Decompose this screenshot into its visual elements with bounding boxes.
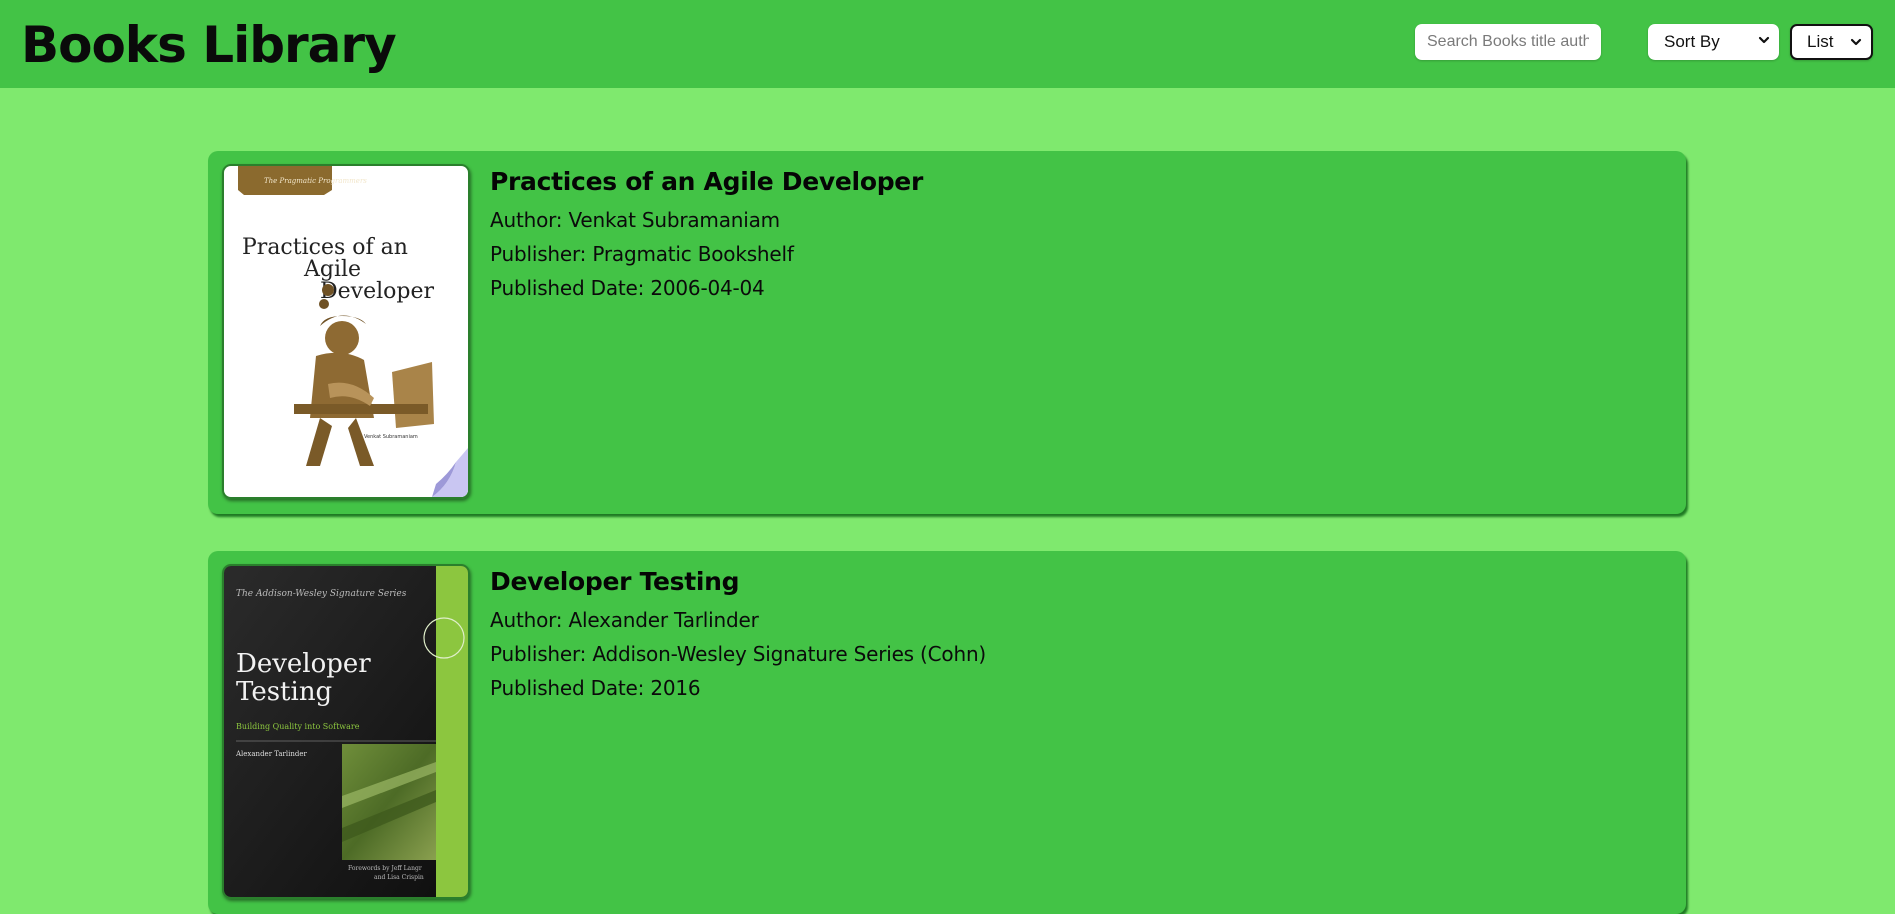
book-details: Practices of an Agile Developer Author: … xyxy=(490,165,923,305)
book-details: Developer Testing Author: Alexander Tarl… xyxy=(490,565,986,705)
cover-foreword: and Lisa Crispin xyxy=(374,874,424,881)
app-header: Books Library Sort By List xyxy=(0,0,1895,88)
cover-foreword: Forewords by Jeff Langr xyxy=(348,865,422,872)
book-card[interactable]: The Addison-Wesley Signature Series Deve… xyxy=(208,551,1686,914)
cover-title-line: Developer xyxy=(320,279,434,304)
book-title[interactable]: Developer Testing xyxy=(490,565,986,599)
cover-title-line: Developer xyxy=(236,649,371,679)
sort-by-label: Sort By xyxy=(1664,32,1720,51)
book-title[interactable]: Practices of an Agile Developer xyxy=(490,165,923,199)
book-author: Author: Alexander Tarlinder xyxy=(490,608,759,632)
view-mode-select[interactable]: List xyxy=(1790,24,1873,60)
book-cover-image: The Pragmatic Programmers Practices of a… xyxy=(222,164,470,499)
view-mode-label: List xyxy=(1807,32,1834,51)
book-publisher: Publisher: Pragmatic Bookshelf xyxy=(490,242,794,266)
cover-series: The Pragmatic Programmers xyxy=(264,177,367,185)
cover-subtitle: Building Quality into Software xyxy=(236,722,360,731)
cover-byline: Venkat Subramaniam xyxy=(364,434,418,440)
cover-series: The Addison-Wesley Signature Series xyxy=(236,589,407,599)
sort-by-select[interactable]: Sort By xyxy=(1648,24,1779,60)
chevron-down-icon xyxy=(1758,36,1770,44)
book-cover-image: The Addison-Wesley Signature Series Deve… xyxy=(222,564,470,899)
book-published-date: Published Date: 2016 xyxy=(490,676,701,700)
cover-title-line: Testing xyxy=(236,677,332,707)
chevron-down-icon xyxy=(1850,38,1862,46)
app-title: Books Library xyxy=(21,16,397,74)
cover-byline: Alexander Tarlinder xyxy=(235,750,308,758)
book-published-date: Published Date: 2006-04-04 xyxy=(490,276,765,300)
book-card[interactable]: The Pragmatic Programmers Practices of a… xyxy=(208,151,1686,514)
book-publisher: Publisher: Addison-Wesley Signature Seri… xyxy=(490,642,987,666)
book-author: Author: Venkat Subramaniam xyxy=(490,208,780,232)
search-input[interactable] xyxy=(1415,24,1601,60)
